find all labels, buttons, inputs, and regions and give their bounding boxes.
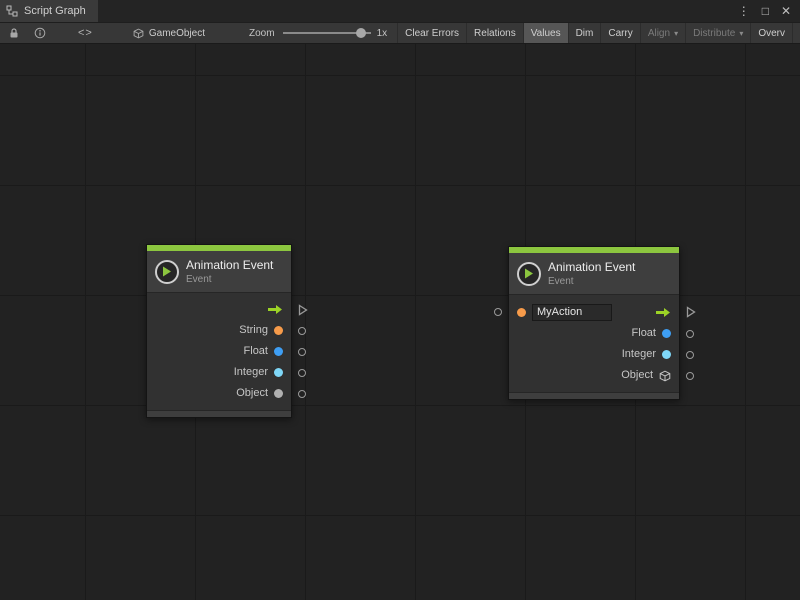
chevron-down-icon: ▾ — [674, 29, 678, 38]
graph-icon — [6, 5, 18, 17]
node-body: String Float Integer Object — [147, 293, 291, 410]
info-icon[interactable] — [34, 23, 46, 43]
carry-button[interactable]: Carry — [601, 23, 640, 43]
window-controls: ⋮ □ ✕ — [738, 0, 800, 22]
port-row-float: Float — [147, 341, 291, 362]
object-port-dot — [274, 389, 283, 398]
node-title: Animation Event — [186, 259, 273, 272]
integer-output-port[interactable] — [686, 351, 694, 359]
float-port-dot — [274, 347, 283, 356]
flow-output-row — [147, 299, 291, 320]
gameobject-selector[interactable]: GameObject — [133, 23, 205, 43]
node-title: Animation Event — [548, 261, 635, 274]
node-animation-event-2[interactable]: Animation Event Event — [508, 246, 680, 400]
port-row-object: Object — [509, 365, 679, 386]
dim-button[interactable]: Dim — [569, 23, 602, 43]
action-name-input[interactable] — [532, 304, 612, 321]
zoom-slider-thumb[interactable] — [356, 28, 366, 38]
float-output-port[interactable] — [298, 348, 306, 356]
integer-port-dot — [662, 350, 671, 359]
port-row-object: Object — [147, 383, 291, 404]
name-input-port[interactable] — [494, 308, 502, 316]
graph-toolbar: <> GameObject Zoom 1x Clear Errors Relat… — [0, 22, 800, 44]
node-footer — [147, 410, 291, 417]
flow-arrow-icon — [656, 307, 671, 318]
port-row-float: Float — [509, 323, 679, 344]
string-port-dot — [274, 326, 283, 335]
flow-arrow-icon — [268, 304, 283, 315]
integer-output-port[interactable] — [298, 369, 306, 377]
node-subtitle: Event — [548, 276, 635, 287]
tab-script-graph[interactable]: Script Graph — [0, 0, 98, 22]
name-input-row — [509, 301, 679, 323]
close-icon[interactable]: ✕ — [781, 5, 791, 17]
port-row-integer: Integer — [509, 344, 679, 365]
node-footer — [509, 392, 679, 399]
integer-port-dot — [274, 368, 283, 377]
node-subtitle: Event — [186, 274, 273, 285]
tab-bar: Script Graph ⋮ □ ✕ — [0, 0, 800, 22]
maximize-icon[interactable]: □ — [762, 5, 769, 17]
gameobject-icon — [133, 28, 144, 39]
node-header[interactable]: Animation Event Event — [147, 251, 291, 293]
menu-icon[interactable]: ⋮ — [738, 5, 750, 17]
object-output-port[interactable] — [686, 372, 694, 380]
tab-title: Script Graph — [24, 5, 86, 17]
values-button[interactable]: Values — [524, 23, 569, 43]
node-header[interactable]: Animation Event Event — [509, 253, 679, 295]
node-body: Float Integer Object — [509, 295, 679, 392]
zoom-label: Zoom — [249, 23, 275, 43]
flow-output-port[interactable] — [298, 304, 308, 316]
align-button[interactable]: Align ▾ — [641, 23, 686, 43]
event-play-icon — [517, 262, 541, 286]
toolbar-buttons: Clear Errors Relations Values Dim Carry … — [397, 23, 793, 43]
graph-canvas[interactable]: Animation Event Event — [0, 44, 800, 600]
event-play-icon — [155, 260, 179, 284]
zoom-value: 1x — [377, 23, 388, 43]
distribute-button[interactable]: Distribute ▾ — [686, 23, 751, 43]
port-row-string: String — [147, 320, 291, 341]
gameobject-label: GameObject — [149, 28, 205, 39]
clear-errors-button[interactable]: Clear Errors — [397, 23, 467, 43]
float-output-port[interactable] — [686, 330, 694, 338]
string-output-port[interactable] — [298, 327, 306, 335]
port-row-integer: Integer — [147, 362, 291, 383]
node-animation-event-1[interactable]: Animation Event Event — [146, 244, 292, 418]
zoom-slider[interactable] — [283, 23, 371, 43]
script-graph-window: Script Graph ⋮ □ ✕ <> — [0, 0, 800, 600]
object-output-port[interactable] — [298, 390, 306, 398]
name-port-dot — [517, 308, 526, 317]
float-port-dot — [662, 329, 671, 338]
overview-button[interactable]: Overv — [751, 23, 793, 43]
relations-button[interactable]: Relations — [467, 23, 524, 43]
lock-icon[interactable] — [8, 23, 20, 43]
code-icon[interactable]: <> — [78, 23, 93, 43]
cube-icon — [659, 370, 671, 382]
chevron-down-icon: ▾ — [739, 29, 743, 38]
flow-output-port[interactable] — [686, 306, 696, 318]
